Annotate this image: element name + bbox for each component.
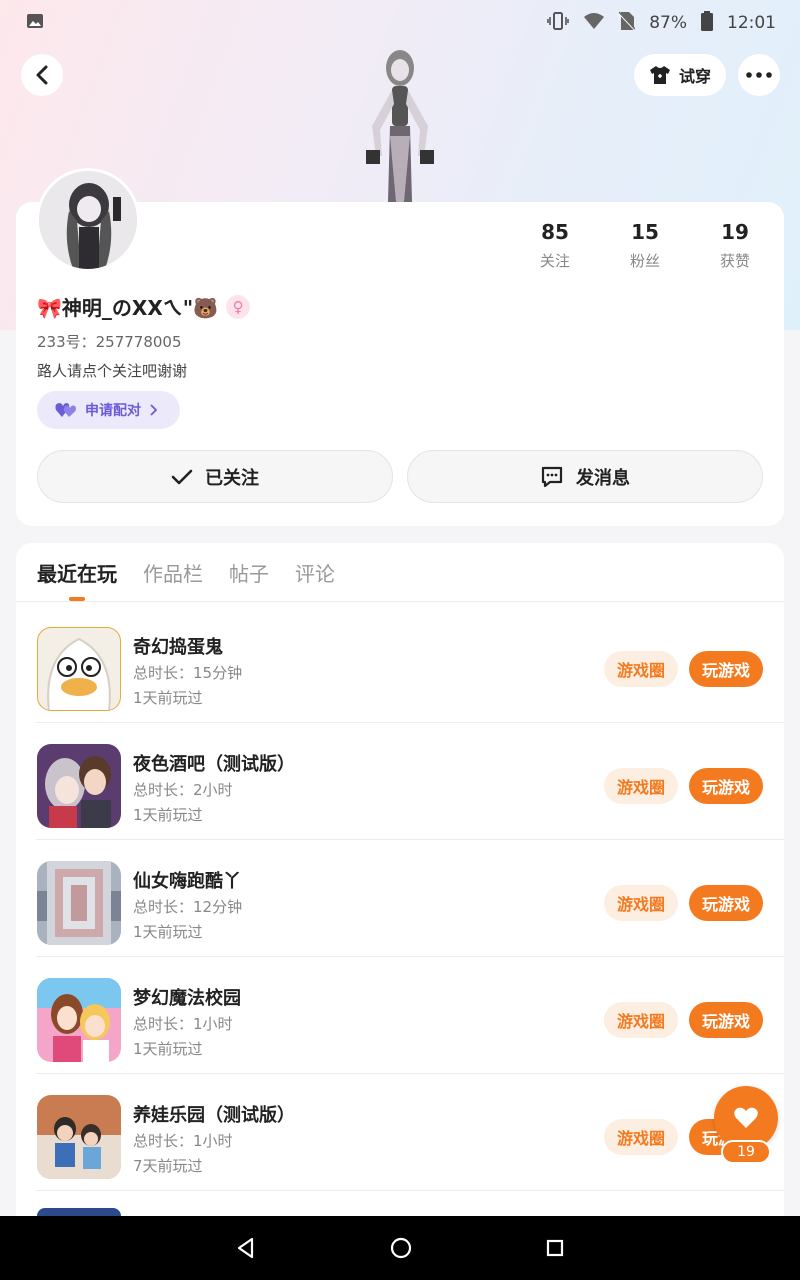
apply-pair-button[interactable]: 申请配对 [37,391,180,429]
profile-tabs: 最近在玩 作品栏 帖子 评论 [37,558,335,599]
chevron-right-icon [150,404,157,416]
double-heart-icon [55,403,76,417]
stat-fans[interactable]: 15 粉丝 [600,220,690,271]
username-row: 🎀神明_のXXㄟ"🐻 ♀ [37,292,251,321]
game-duration: 总时长：15分钟 [133,664,243,682]
home-circle-icon[interactable] [390,1237,412,1259]
game-last-played: 1天前玩过 [133,806,203,824]
back-button[interactable] [21,54,63,96]
stat-following[interactable]: 85 关注 [510,220,600,271]
tabs-divider [16,601,784,602]
female-gender-icon: ♀ [226,294,251,319]
play-game-button[interactable]: 玩游戏 [689,885,763,921]
apply-pair-label: 申请配对 [85,403,141,419]
game-row[interactable]: 梦幻魔法校园 总时长：1小时 1天前玩过 游戏圈 玩游戏 [16,957,784,1074]
game-icon[interactable] [37,744,121,828]
game-icon[interactable] [37,627,121,711]
character-figure [352,46,448,202]
play-game-button[interactable]: 玩游戏 [689,768,763,804]
send-message-label: 发消息 [576,467,630,489]
chevron-left-icon [36,65,48,85]
stat-likes[interactable]: 19 获赞 [690,220,780,271]
game-circle-button[interactable]: 游戏圈 [604,651,678,687]
vibrate-icon [547,11,570,36]
clock: 12:01 [727,13,776,33]
stat-label: 关注 [539,252,570,270]
tab-posts[interactable]: 帖子 [229,558,269,599]
game-name: 梦幻魔法校园 [133,988,241,1009]
followed-button[interactable]: 已关注 [37,450,393,503]
game-circle-button[interactable]: 游戏圈 [604,885,678,921]
play-game-button[interactable]: 玩游戏 [689,651,763,687]
game-circle-button[interactable]: 游戏圈 [604,1002,678,1038]
game-row[interactable]: 奇幻捣蛋鬼 总时长：15分钟 1天前玩过 游戏圈 玩游戏 [16,606,784,723]
check-icon [171,469,193,484]
game-last-played: 1天前玩过 [133,1040,203,1058]
game-row[interactable]: 夜色酒吧（测试版） 总时长：2小时 1天前玩过 游戏圈 玩游戏 [16,723,784,840]
more-button[interactable] [738,54,780,96]
game-last-played: 7天前玩过 [133,1157,203,1175]
try-on-button[interactable]: 试穿 [634,54,726,96]
game-row[interactable]: 仙女嗨跑酷丫 总时长：12分钟 1天前玩过 游戏圈 玩游戏 [16,840,784,957]
like-count-badge: 19 [721,1140,771,1164]
battery-percent: 87% [649,13,687,33]
avatar[interactable] [36,168,140,272]
game-duration: 总时长：12分钟 [133,898,243,916]
game-icon[interactable] [37,1095,121,1179]
user-bio: 路人请点个关注吧谢谢 [37,362,188,380]
shirt-icon [649,66,670,84]
game-row[interactable]: 养娃乐园（测试版） 总时长：1小时 7天前玩过 游戏圈 玩游戏 [16,1074,784,1191]
row-divider [36,1190,784,1191]
try-on-label: 试穿 [678,67,711,86]
tab-recently-played[interactable]: 最近在玩 [37,558,117,599]
play-game-button[interactable]: 玩游戏 [689,1002,763,1038]
game-icon-partial [37,1208,121,1216]
game-duration: 总时长：2小时 [133,781,233,799]
tab-comments[interactable]: 评论 [295,558,335,599]
game-duration: 总时长：1小时 [133,1132,233,1150]
stat-value: 85 [541,220,569,244]
profile-stats: 85 关注 15 粉丝 19 获赞 [510,220,780,271]
tab-works[interactable]: 作品栏 [143,558,203,599]
stat-value: 19 [721,220,749,244]
game-icon[interactable] [37,978,121,1062]
recents-square-icon[interactable] [546,1239,564,1257]
username: 🎀神明_のXXㄟ"🐻 [37,296,219,320]
battery-icon [701,10,713,36]
stat-label: 获赞 [719,252,750,270]
more-dots-icon [746,72,772,78]
heart-icon [734,1107,758,1128]
game-last-played: 1天前玩过 [133,923,203,941]
status-bar: 87% 12:01 [0,0,800,46]
game-name: 养娃乐园（测试版） [133,1105,295,1126]
game-circle-button[interactable]: 游戏圈 [604,1119,678,1155]
chat-bubble-icon [541,466,563,487]
game-circle-button[interactable]: 游戏圈 [604,768,678,804]
game-name: 夜色酒吧（测试版） [133,754,295,775]
system-nav-bar [0,1216,800,1280]
stat-value: 15 [631,220,659,244]
wifi-icon [583,12,605,35]
game-icon[interactable] [37,861,121,945]
followed-label: 已关注 [205,467,259,489]
send-message-button[interactable]: 发消息 [407,450,763,503]
image-notification-icon [26,12,44,35]
game-last-played: 1天前玩过 [133,689,203,707]
back-triangle-icon[interactable] [236,1237,256,1259]
game-name: 奇幻捣蛋鬼 [133,637,223,658]
game-duration: 总时长：1小时 [133,1015,233,1033]
user-id: 233号：257778005 [37,333,182,351]
no-sim-icon [618,10,636,36]
game-name: 仙女嗨跑酷丫 [133,871,241,892]
stat-label: 粉丝 [629,252,660,270]
